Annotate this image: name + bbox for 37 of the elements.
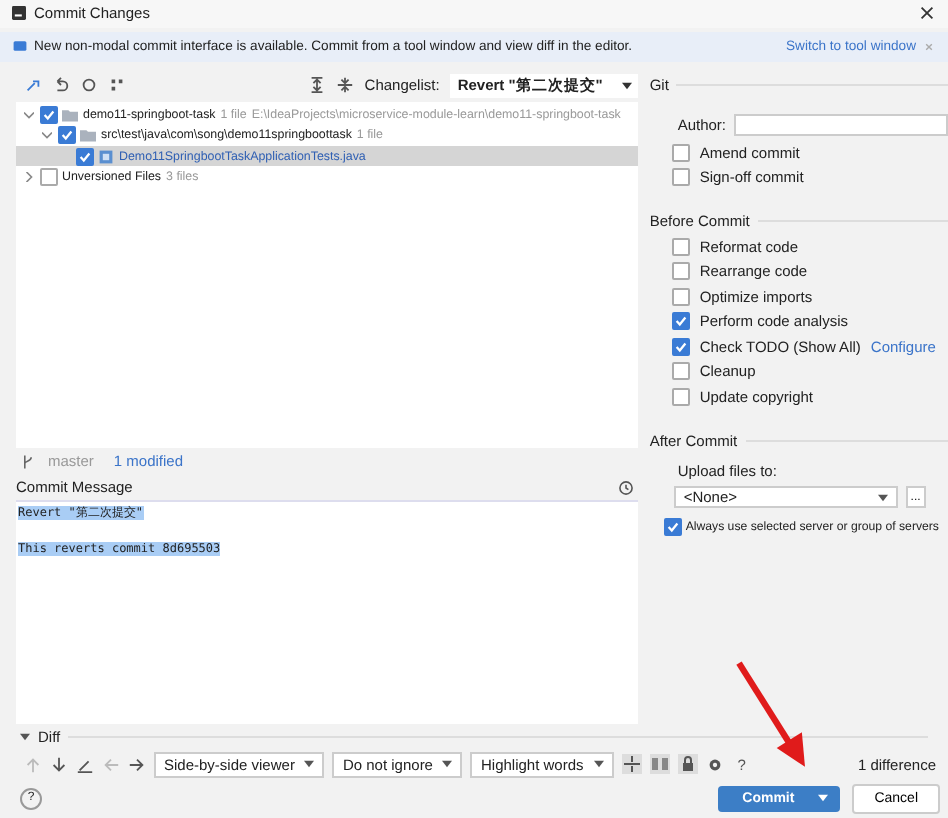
- checkbox[interactable]: [671, 143, 690, 162]
- checkbox[interactable]: [663, 518, 682, 537]
- pencil-icon[interactable]: [76, 755, 94, 774]
- right-arrow-icon[interactable]: [128, 755, 146, 774]
- branch-icon: [20, 453, 36, 470]
- checkbox[interactable]: [671, 337, 690, 356]
- file-icon: [98, 149, 114, 164]
- checkbox[interactable]: [671, 168, 690, 187]
- checkbox[interactable]: [671, 387, 690, 406]
- checkbox[interactable]: [671, 287, 690, 306]
- checkbox[interactable]: [39, 105, 57, 124]
- caret-icon: [593, 760, 604, 769]
- caret-icon: [442, 760, 453, 769]
- app-icon: [12, 6, 26, 21]
- pointer-arrow: [736, 661, 805, 767]
- caret-icon: [622, 81, 633, 90]
- expand-all-icon[interactable]: [308, 76, 327, 95]
- author-field[interactable]: [734, 113, 948, 136]
- down-arrow-icon[interactable]: [50, 755, 68, 774]
- checkbox[interactable]: [75, 147, 93, 166]
- collapse-icon[interactable]: [621, 754, 642, 775]
- clock-icon[interactable]: [617, 479, 634, 496]
- caret-icon: [818, 794, 829, 803]
- columns-icon[interactable]: [649, 754, 670, 775]
- expand-arrow-icon[interactable]: [20, 731, 30, 742]
- collapse-all-icon[interactable]: [336, 76, 355, 95]
- close-icon[interactable]: [918, 4, 936, 23]
- checkbox[interactable]: [671, 262, 690, 281]
- checkbox[interactable]: [671, 362, 690, 381]
- caret-icon: [877, 493, 888, 502]
- checkbox[interactable]: [39, 168, 57, 187]
- undo-icon[interactable]: [52, 76, 70, 95]
- caret-icon: [304, 760, 315, 769]
- checkbox[interactable]: [57, 126, 75, 145]
- lock-icon[interactable]: [677, 754, 698, 775]
- checkbox[interactable]: [671, 312, 690, 331]
- checkbox[interactable]: [671, 237, 690, 256]
